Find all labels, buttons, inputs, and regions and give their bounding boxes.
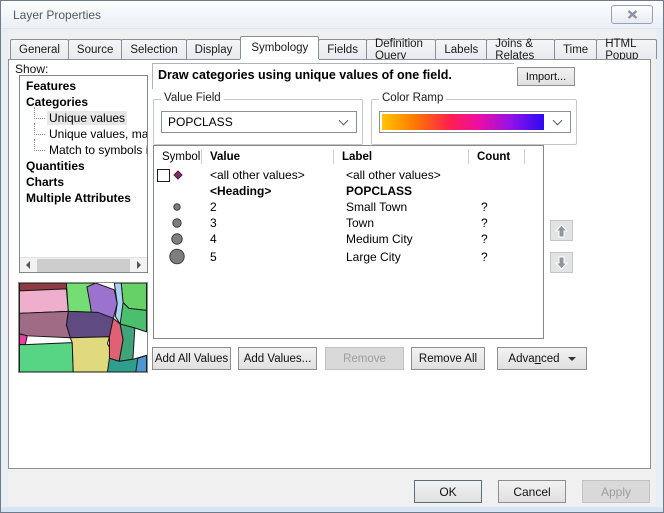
show-item-quantities[interactable]: Quantities	[24, 158, 147, 174]
title-bar[interactable]: Layer Properties	[1, 1, 663, 29]
tab-strip: General Source Selection Display Symbolo…	[10, 38, 656, 59]
symbology-tab-page: Show: Features Categories Unique values	[8, 59, 651, 469]
window-title: Layer Properties	[13, 8, 101, 22]
color-ramp-group-label: Color Ramp	[379, 92, 446, 104]
color-ramp-swatch	[382, 114, 544, 130]
column-header-symbol[interactable]: Symbol	[154, 149, 202, 164]
cancel-button[interactable]: Cancel	[498, 480, 566, 503]
table-row-heading[interactable]: <Heading> POPCLASS	[154, 183, 543, 199]
advanced-button[interactable]: Advanced	[497, 347, 587, 370]
tab-time[interactable]: Time	[554, 39, 597, 59]
close-icon	[627, 10, 638, 19]
table-row-class-2[interactable]: 2 Small Town ?	[154, 199, 543, 215]
scrollbar-thumb[interactable]	[37, 259, 130, 272]
column-header-value[interactable]: Value	[202, 149, 334, 164]
color-ramp-group: Color Ramp	[371, 99, 577, 145]
remove-all-button[interactable]: Remove All	[411, 347, 485, 370]
value-field-dropdown[interactable]: POPCLASS	[161, 111, 357, 133]
circle-symbol-large-icon[interactable]	[156, 231, 200, 247]
table-row-class-4[interactable]: 4 Medium City ?	[154, 231, 543, 247]
tree-connector	[34, 107, 45, 119]
method-description: Draw categories using unique values of o…	[152, 63, 514, 89]
scroll-left-button[interactable]	[20, 258, 36, 273]
symbology-map-preview	[18, 282, 148, 373]
circle-symbol-small-icon[interactable]	[156, 199, 200, 215]
show-tree-listbox: Features Categories Unique values Unique…	[19, 75, 148, 273]
ok-button[interactable]: OK	[414, 480, 482, 503]
all-other-values-checkbox[interactable]	[157, 169, 170, 182]
tab-definition-query[interactable]: Definition Query	[366, 39, 436, 59]
table-header-row: Symbol Value Label Count	[154, 146, 543, 167]
map-preview-image	[19, 283, 147, 372]
tab-display[interactable]: Display	[186, 39, 242, 59]
tab-source[interactable]: Source	[68, 39, 122, 59]
tab-html-popup[interactable]: HTML Popup	[596, 39, 657, 59]
move-value-up-button[interactable]	[550, 220, 573, 241]
add-all-values-button[interactable]: Add All Values	[152, 347, 231, 370]
dropdown-arrow-icon	[568, 357, 576, 361]
scroll-right-icon	[137, 261, 141, 269]
table-row-class-3[interactable]: 3 Town ?	[154, 215, 543, 231]
remove-button: Remove	[325, 347, 404, 370]
show-item-charts[interactable]: Charts	[24, 174, 147, 190]
circle-symbol-medium-icon[interactable]	[156, 215, 200, 231]
tab-selection[interactable]: Selection	[121, 39, 186, 59]
layer-properties-dialog: Layer Properties General Source Selectio…	[0, 0, 664, 513]
diamond-symbol-icon[interactable]	[170, 168, 186, 182]
show-item-features[interactable]: Features	[24, 78, 147, 94]
scroll-right-button[interactable]	[131, 258, 147, 273]
tree-connector	[34, 123, 45, 135]
tab-general[interactable]: General	[10, 39, 69, 59]
apply-button: Apply	[582, 480, 650, 503]
arrow-up-icon	[555, 224, 568, 238]
chevron-down-icon	[553, 115, 563, 125]
circle-symbol-xlarge-icon[interactable]	[156, 247, 200, 266]
tree-connector	[34, 139, 45, 151]
show-item-multiple-attributes[interactable]: Multiple Attributes	[24, 190, 147, 206]
unique-values-table: Symbol Value Label Count <all other valu…	[153, 145, 544, 339]
tab-symbology[interactable]: Symbology	[240, 36, 319, 59]
dialog-client-area: General Source Selection Display Symbolo…	[8, 30, 656, 506]
tab-labels[interactable]: Labels	[435, 39, 487, 59]
tab-fields[interactable]: Fields	[318, 39, 367, 59]
window-frame-bottom	[1, 507, 663, 512]
table-row-class-5[interactable]: 5 Large City ?	[154, 247, 543, 266]
tree-horizontal-scrollbar[interactable]	[20, 257, 147, 272]
show-label: Show:	[15, 62, 48, 76]
import-button[interactable]: Import...	[517, 67, 575, 86]
chevron-down-icon	[339, 115, 349, 125]
column-header-label[interactable]: Label	[334, 149, 469, 164]
move-value-down-button[interactable]	[550, 252, 573, 273]
color-ramp-dropdown[interactable]	[379, 111, 571, 133]
table-row-all-other-values[interactable]: <all other values> <all other values>	[154, 167, 543, 183]
column-header-count[interactable]: Count	[469, 149, 525, 164]
add-values-button[interactable]: Add Values...	[238, 347, 317, 370]
tab-joins-relates[interactable]: Joins & Relates	[486, 39, 555, 59]
scroll-left-icon	[26, 261, 30, 269]
value-field-selected-value: POPCLASS	[162, 115, 340, 129]
arrow-down-icon	[555, 256, 568, 270]
value-field-group: Value Field POPCLASS	[153, 99, 363, 145]
value-field-group-label: Value Field	[161, 92, 224, 104]
close-button[interactable]	[611, 5, 653, 24]
show-item-match-to-symbols[interactable]: Match to symbols in a	[24, 142, 147, 158]
